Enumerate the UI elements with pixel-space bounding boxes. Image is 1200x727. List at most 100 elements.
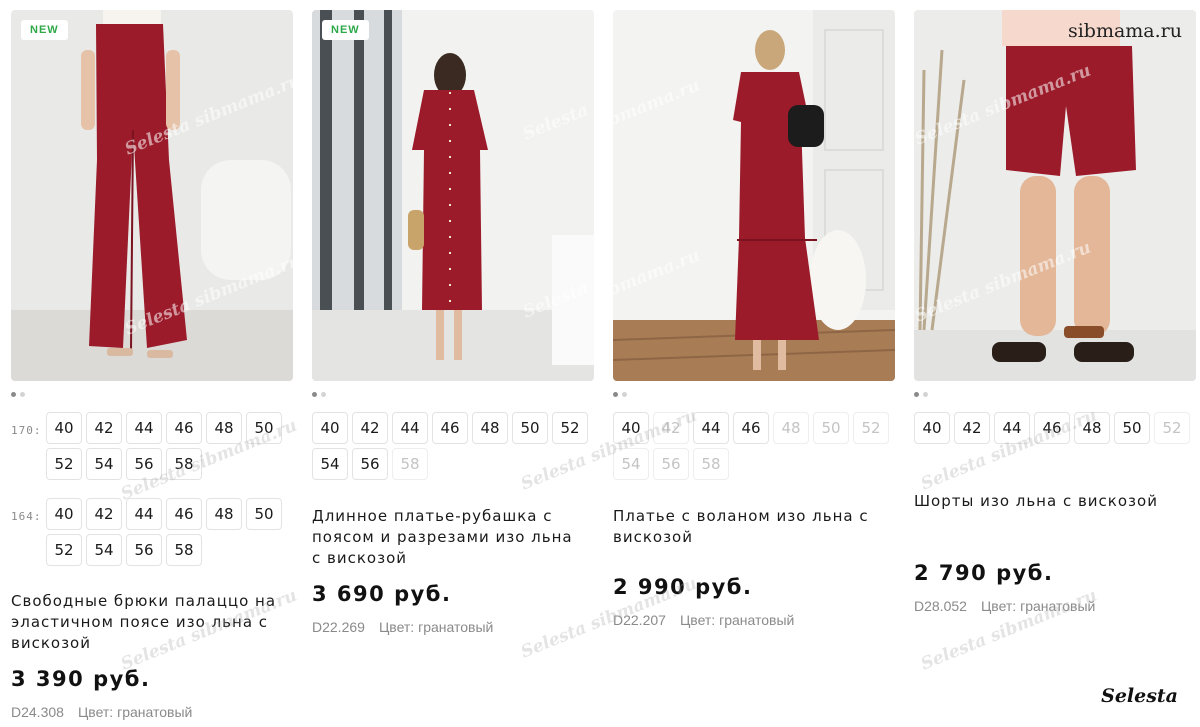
size-option-unavailable: 58 (693, 448, 729, 480)
product-title[interactable]: Платье с воланом изо льна с вискозой (613, 506, 883, 548)
size-option[interactable]: 50 (246, 498, 282, 530)
size-option[interactable]: 46 (432, 412, 468, 444)
carousel-dot[interactable] (914, 391, 919, 397)
size-option[interactable]: 50 (1114, 412, 1150, 444)
carousel-dot[interactable] (321, 391, 326, 397)
size-option[interactable]: 58 (166, 534, 202, 566)
size-option[interactable]: 44 (126, 412, 162, 444)
product-sku: D22.207 (613, 612, 666, 628)
product-price: 2 990 руб. (613, 575, 753, 599)
size-option[interactable]: 46 (1034, 412, 1070, 444)
size-option[interactable]: 56 (352, 448, 388, 480)
size-option[interactable]: 48 (472, 412, 508, 444)
product-card[interactable]: Selesta sibmama.ru Selesta sibmama.ru 40… (613, 10, 895, 628)
carousel-dot[interactable] (613, 391, 618, 397)
carousel-dot[interactable] (923, 391, 928, 397)
size-option[interactable]: 52 (46, 534, 82, 566)
product-image (312, 10, 594, 381)
product-card[interactable]: NEW Selesta sibmama.ru Selesta sibmama.r… (11, 10, 293, 720)
size-option[interactable]: 48 (1074, 412, 1110, 444)
size-option-unavailable: 50 (813, 412, 849, 444)
size-option[interactable]: 48 (206, 498, 242, 530)
product-title[interactable]: Шорты изо льна с вискозой (914, 491, 1184, 512)
carousel-dot[interactable] (312, 391, 317, 397)
size-option[interactable]: 54 (312, 448, 348, 480)
size-option[interactable]: 40 (312, 412, 348, 444)
product-color: Цвет: гранатовый (679, 612, 795, 628)
new-badge: NEW (322, 20, 369, 40)
product-meta: D22.269 Цвет: гранатовый (312, 619, 493, 635)
product-card[interactable]: Selesta sibmama.ru Selesta sibmama.ru 40… (914, 10, 1196, 614)
product-image (914, 10, 1196, 381)
size-option[interactable]: 44 (126, 498, 162, 530)
size-option[interactable]: 56 (126, 534, 162, 566)
product-color: Цвет: гранатовый (77, 704, 193, 720)
product-color: Цвет: гранатовый (980, 598, 1096, 614)
carousel-dot[interactable] (20, 391, 25, 397)
size-option[interactable]: 48 (206, 412, 242, 444)
size-group-label: 164: (11, 510, 42, 523)
product-title[interactable]: Длинное платье-рубашка с поясом и разрез… (312, 506, 582, 569)
product-color: Цвет: гранатовый (378, 619, 494, 635)
size-option[interactable]: 50 (246, 412, 282, 444)
carousel-dot[interactable] (11, 391, 16, 397)
size-option[interactable]: 40 (914, 412, 950, 444)
carousel-dot[interactable] (622, 391, 627, 397)
size-option[interactable]: 40 (46, 412, 82, 444)
site-watermark: sibmama.ru (1067, 20, 1182, 42)
size-grid: 40 42 44 46 48 50 52 (914, 412, 1194, 444)
product-meta: D22.207 Цвет: гранатовый (613, 612, 794, 628)
size-option[interactable]: 44 (994, 412, 1030, 444)
size-option-unavailable: 52 (1154, 412, 1190, 444)
product-image (613, 10, 895, 381)
product-price: 3 390 руб. (11, 667, 151, 691)
image-carousel-dots[interactable] (312, 390, 326, 398)
size-grid: 40 42 44 46 48 50 52 54 56 58 (613, 412, 893, 480)
size-option[interactable]: 44 (693, 412, 729, 444)
size-option[interactable]: 46 (166, 412, 202, 444)
size-option-unavailable: 48 (773, 412, 809, 444)
size-option[interactable]: 56 (126, 448, 162, 480)
size-option[interactable]: 40 (46, 498, 82, 530)
product-price: 3 690 руб. (312, 582, 452, 606)
brand-signature: Selesta (1101, 685, 1178, 707)
product-image (11, 10, 293, 381)
product-photo[interactable]: Selesta sibmama.ru Selesta sibmama.ru (914, 10, 1196, 381)
size-option[interactable]: 54 (86, 448, 122, 480)
new-badge: NEW (21, 20, 68, 40)
size-option[interactable]: 54 (86, 534, 122, 566)
product-price: 2 790 руб. (914, 561, 1054, 585)
size-option[interactable]: 52 (552, 412, 588, 444)
size-option[interactable]: 42 (86, 498, 122, 530)
size-group-label: 170: (11, 424, 42, 437)
size-option[interactable]: 40 (613, 412, 649, 444)
size-option[interactable]: 44 (392, 412, 428, 444)
size-option[interactable]: 42 (352, 412, 388, 444)
product-photo[interactable]: NEW Selesta sibmama.ru Selesta sibmama.r… (312, 10, 594, 381)
size-option[interactable]: 50 (512, 412, 548, 444)
size-option[interactable]: 52 (46, 448, 82, 480)
product-meta: D28.052 Цвет: гранатовый (914, 598, 1095, 614)
product-sku: D24.308 (11, 704, 64, 720)
product-sku: D22.269 (312, 619, 365, 635)
size-option-unavailable: 52 (853, 412, 889, 444)
size-option[interactable]: 58 (166, 448, 202, 480)
size-option[interactable]: 42 (86, 412, 122, 444)
size-option[interactable]: 42 (954, 412, 990, 444)
product-sku: D28.052 (914, 598, 967, 614)
product-meta: D24.308 Цвет: гранатовый (11, 704, 192, 720)
size-grid: 40 42 44 46 48 50 52 54 56 58 (46, 498, 286, 566)
size-option[interactable]: 46 (733, 412, 769, 444)
product-title[interactable]: Свободные брюки палаццо на эластичном по… (11, 591, 281, 654)
product-card[interactable]: NEW Selesta sibmama.ru Selesta sibmama.r… (312, 10, 594, 635)
product-photo[interactable]: Selesta sibmama.ru Selesta sibmama.ru (613, 10, 895, 381)
image-carousel-dots[interactable] (11, 390, 25, 398)
size-option-unavailable: 56 (653, 448, 689, 480)
image-carousel-dots[interactable] (613, 390, 627, 398)
product-photo[interactable]: NEW Selesta sibmama.ru Selesta sibmama.r… (11, 10, 293, 381)
image-carousel-dots[interactable] (914, 390, 928, 398)
size-grid: 40 42 44 46 48 50 52 54 56 58 (312, 412, 592, 480)
size-option-unavailable: 54 (613, 448, 649, 480)
size-option[interactable]: 46 (166, 498, 202, 530)
size-option-unavailable: 58 (392, 448, 428, 480)
